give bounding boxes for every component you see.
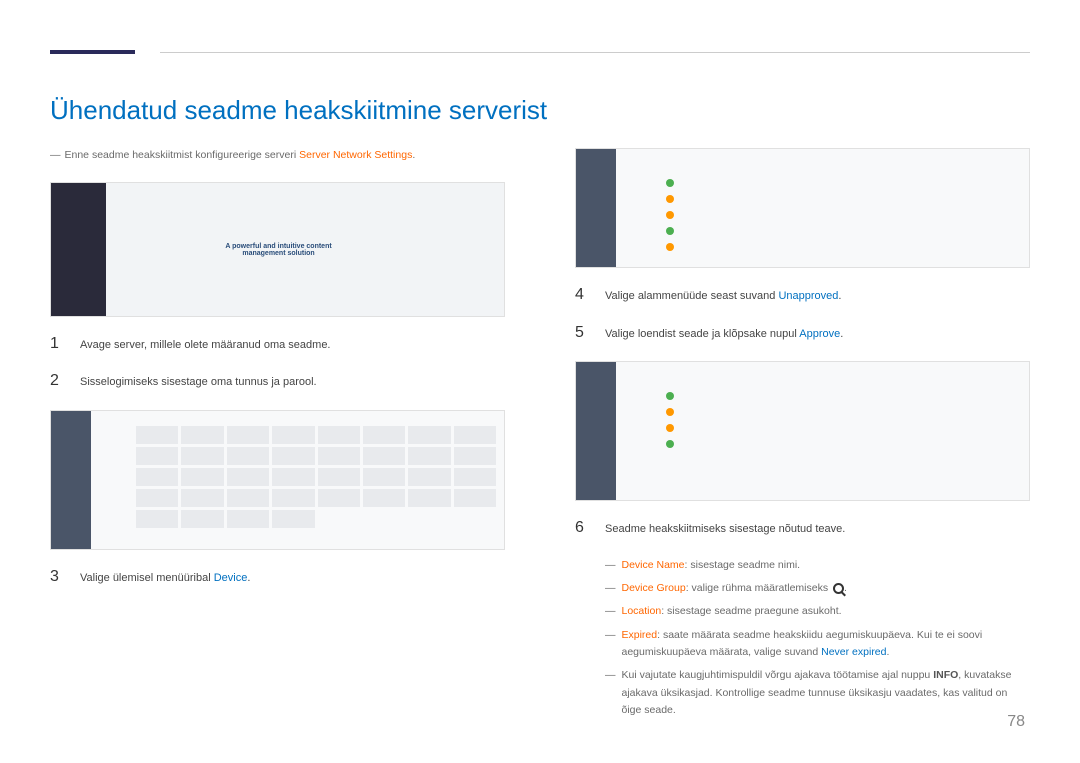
sub-item-location: ― Location: sisestage seadme praegune as… [605,603,1030,620]
step-number: 6 [575,519,587,537]
header-divider [160,52,1030,53]
step-text: Seadme heakskiitmiseks sisestage nõutud … [605,519,845,539]
magnifier-icon [833,583,844,594]
step-6-sublist: ― Device Name: sisestage seadme nimi. ― … [605,557,1030,720]
sub-item-device-group: ― Device Group: valige rühma määratlemis… [605,580,1030,597]
screenshot-main [616,362,1029,500]
screenshot-main [91,411,504,549]
dot: . [412,149,415,161]
step-5: 5 Valige loendist seade ja klõpsake nupu… [575,324,1030,344]
step-1: 1 Avage server, millele olete määranud o… [50,335,505,355]
screenshot-sidebar [51,183,106,316]
step-number: 3 [50,568,62,586]
screenshot-tagline: A powerful and intuitive content managem… [225,243,331,257]
left-column: ― Enne seadme heakskiitmist konfigureerig… [50,148,505,725]
step-number: 5 [575,324,587,342]
page-number: 78 [1007,713,1025,731]
intro-note: ― Enne seadme heakskiitmist konfigureerig… [50,148,505,164]
step-text: Valige alammenüüde seast suvand Unapprov… [605,286,841,306]
screenshot-sidebar [51,411,91,549]
step-number: 1 [50,335,62,353]
intro-text: Enne seadme heakskiitmist konfigureerige… [65,149,300,161]
screenshot-login: A powerful and intuitive content managem… [50,182,505,317]
step-4: 4 Valige alammenüüde seast suvand Unappr… [575,286,1030,306]
screenshot-sidebar [576,149,616,267]
sub-item-expired: ― Expired: saate määrata seadme heakskii… [605,627,1030,662]
screenshot-approve-form [575,361,1030,501]
step-text: Valige ülemisel menüüribal Device. [80,568,250,588]
sub-item-device-name: ― Device Name: sisestage seadme nimi. [605,557,1030,574]
screenshot-main [616,149,1029,267]
step-text: Avage server, millele olete määranud oma… [80,335,331,355]
step-number: 2 [50,372,62,390]
right-column: 4 Valige alammenüüde seast suvand Unappr… [575,148,1030,725]
sub-item-info-note: ― Kui vajutate kaugjuhtimispuldil võrgu … [605,667,1030,719]
step-6: 6 Seadme heakskiitmiseks sisestage nõutu… [575,519,1030,539]
screenshot-unapproved-list [575,148,1030,268]
step-number: 4 [575,286,587,304]
screenshot-device-grid [50,410,505,550]
content-columns: ― Enne seadme heakskiitmist konfigureerig… [50,148,1030,725]
never-expired-link: Never expired [821,646,886,658]
unapproved-link: Unapproved [778,290,838,302]
screenshot-main: A powerful and intuitive content managem… [106,183,504,316]
step-text: Sisselogimiseks sisestage oma tunnus ja … [80,372,317,392]
step-3: 3 Valige ülemisel menüüribal Device. [50,568,505,588]
server-network-settings-link: Server Network Settings [299,149,412,161]
page-title: Ühendatud seadme heakskiitmine serverist [50,95,1030,126]
device-link: Device [214,572,248,584]
screenshot-sidebar [576,362,616,500]
approve-link: Approve [799,328,840,340]
dash: ― [50,149,61,161]
header-accent-bar [50,50,135,54]
step-text: Valige loendist seade ja klõpsake nupul … [605,324,843,344]
step-2: 2 Sisselogimiseks sisestage oma tunnus j… [50,372,505,392]
